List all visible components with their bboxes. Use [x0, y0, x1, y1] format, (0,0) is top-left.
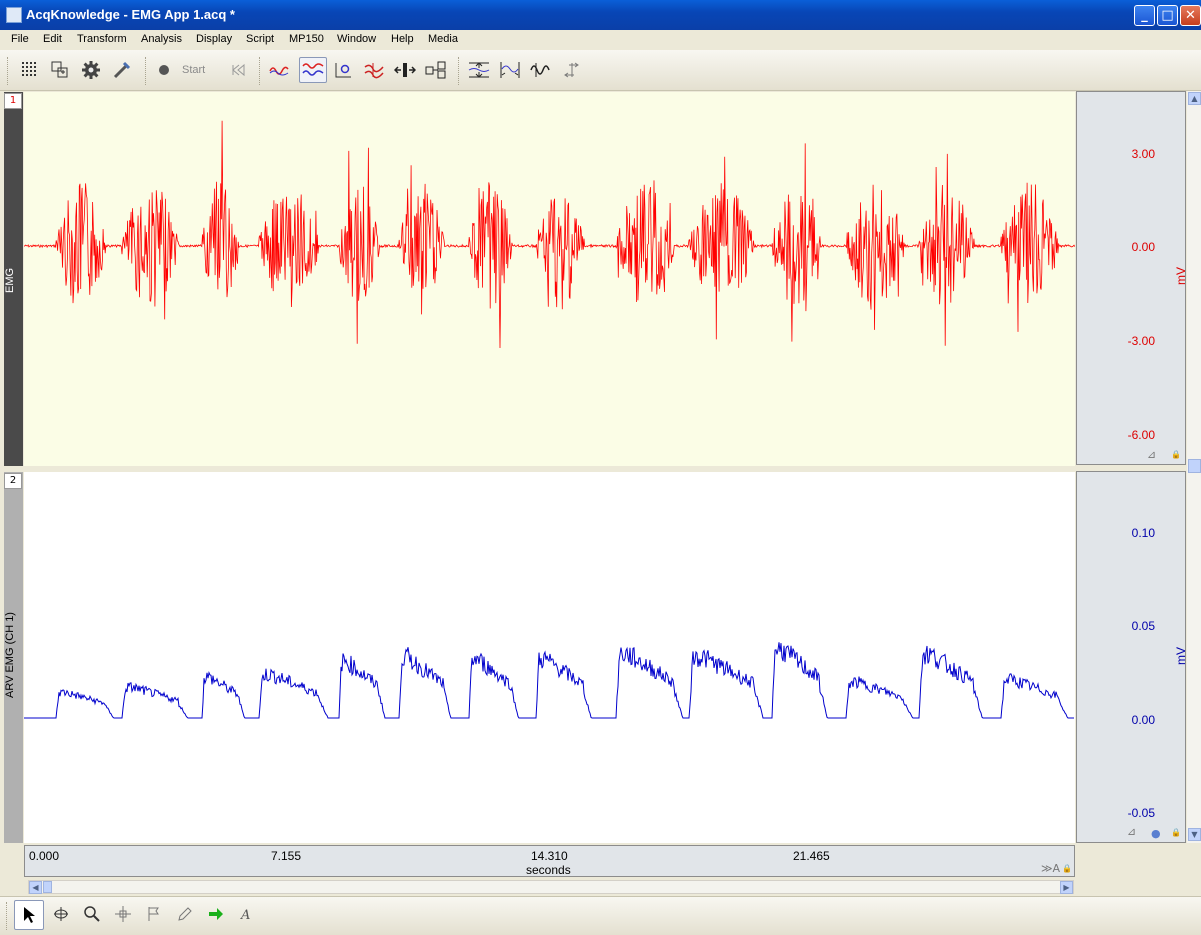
- time-axis-label: seconds: [526, 863, 571, 877]
- channel-1-tick: 3.00: [1131, 147, 1155, 161]
- emg-plot[interactable]: [24, 92, 1075, 466]
- channel-2-tick: 0.05: [1131, 619, 1155, 633]
- time-tick: 7.155: [271, 849, 302, 863]
- channel-1-tick: 0.00: [1131, 240, 1155, 254]
- time-axis[interactable]: 0.000 7.155 14.310 21.465 seconds ≫A 🔒: [24, 845, 1075, 877]
- close-button[interactable]: ✕: [1180, 5, 1201, 26]
- channel-1-tick: -3.00: [1127, 334, 1155, 348]
- toolbar: Start: [0, 50, 1201, 91]
- grid-icon[interactable]: [18, 58, 42, 82]
- menu-file[interactable]: File: [11, 33, 29, 45]
- rewind-icon[interactable]: [226, 58, 250, 82]
- arrow-cursor-icon[interactable]: [14, 900, 44, 930]
- menu-edit[interactable]: Edit: [43, 33, 62, 45]
- window-title: AcqKnowledge - EMG App 1.acq *: [26, 7, 235, 22]
- menu-display[interactable]: Display: [196, 33, 232, 45]
- maximize-button[interactable]: □: [1157, 5, 1178, 26]
- hscroll-thumb[interactable]: [43, 881, 52, 893]
- annotation-icon[interactable]: A: [235, 902, 259, 926]
- channel-1-number[interactable]: 1: [4, 93, 22, 109]
- scroll-down-icon[interactable]: ▼: [1188, 828, 1201, 841]
- stack-mode-icon[interactable]: [299, 57, 327, 83]
- svg-text:A: A: [240, 908, 250, 923]
- menu-help[interactable]: Help: [391, 33, 414, 45]
- channel-2-tick: 0.00: [1131, 713, 1155, 727]
- scroll-left-icon[interactable]: ◀: [29, 881, 42, 894]
- show-waveforms-icon[interactable]: [529, 58, 553, 82]
- fft-mode-icon[interactable]: [362, 58, 386, 82]
- zoom-icon[interactable]: [80, 902, 104, 926]
- overlap-mode-icon[interactable]: [268, 58, 292, 82]
- menu-script[interactable]: Script: [246, 33, 274, 45]
- autoscale-vertical-icon[interactable]: [467, 58, 491, 82]
- toolbar-grip: [6, 902, 9, 930]
- xy-mode-icon[interactable]: [331, 58, 355, 82]
- maximize-icon: □: [1161, 8, 1174, 23]
- arv-emg-plot[interactable]: [24, 472, 1075, 843]
- title-bar: AcqKnowledge - EMG App 1.acq * _ □ ✕: [0, 0, 1201, 30]
- info-icon[interactable]: ●: [1151, 827, 1161, 840]
- toolbar-separator-3: [458, 57, 461, 85]
- time-tick: 14.310: [531, 849, 568, 863]
- menu-mp150[interactable]: MP150: [289, 33, 324, 45]
- channel-2-tick: -0.05: [1127, 806, 1155, 820]
- vertical-scrollbar[interactable]: ▲ ▼: [1187, 91, 1201, 843]
- toolbar-separator: [145, 57, 148, 85]
- menu-analysis[interactable]: Analysis: [141, 33, 182, 45]
- channel-setup-icon[interactable]: [48, 58, 72, 82]
- layout-icon[interactable]: [424, 58, 448, 82]
- scale-settings-icon[interactable]: ⊿: [1147, 448, 1156, 461]
- selection-cursor-icon[interactable]: [49, 902, 73, 926]
- tools-icon[interactable]: [110, 58, 134, 82]
- channel-2-scale[interactable]: 0.10 0.05 0.00 -0.05 mV ⊿ ● 🔒: [1076, 471, 1188, 843]
- scroll-up-icon[interactable]: ▲: [1188, 92, 1201, 105]
- axis-autoscale-icon[interactable]: ≫A: [1041, 862, 1060, 875]
- record-icon[interactable]: [152, 58, 176, 82]
- channel-1-tick: -6.00: [1127, 428, 1155, 442]
- menu-window[interactable]: Window: [337, 33, 376, 45]
- emg-plot-background: [24, 92, 1075, 466]
- menu-bar: File Edit Transform Analysis Display Scr…: [0, 30, 1201, 50]
- scroll-right-icon[interactable]: ▶: [1060, 881, 1073, 894]
- time-tick: 0.000: [29, 849, 60, 863]
- channel-2-label: ARV EMG (CH 1): [4, 612, 16, 698]
- stack-waves-icon[interactable]: [560, 58, 584, 82]
- time-tick: 21.465: [793, 849, 830, 863]
- lock-icon[interactable]: 🔒: [1062, 864, 1072, 873]
- horizontal-scrollbar[interactable]: ◀ ▶: [28, 880, 1074, 894]
- scale-settings-icon[interactable]: ⊿: [1127, 825, 1136, 838]
- forward-arrow-icon[interactable]: [204, 902, 228, 926]
- lock-icon[interactable]: 🔒: [1171, 828, 1181, 837]
- gear-icon[interactable]: [79, 58, 103, 82]
- crosshair-icon[interactable]: [111, 902, 135, 926]
- channel-2-unit: mV: [1174, 647, 1188, 665]
- split-icon[interactable]: [393, 58, 417, 82]
- flag-icon[interactable]: [142, 902, 166, 926]
- pencil-icon[interactable]: [173, 902, 197, 926]
- autoscale-horizontal-icon[interactable]: [498, 58, 522, 82]
- channel-2-tick: 0.10: [1131, 526, 1155, 540]
- start-label[interactable]: Start: [182, 64, 205, 76]
- cursor-toolbar: A: [0, 896, 1201, 935]
- scroll-thumb[interactable]: [1188, 459, 1201, 473]
- channel-1-unit: mV: [1174, 267, 1188, 285]
- channel-2-number[interactable]: 2: [4, 473, 22, 489]
- toolbar-separator-2: [259, 57, 262, 85]
- toolbar-grip: [7, 57, 10, 85]
- menu-media[interactable]: Media: [428, 33, 458, 45]
- lock-icon[interactable]: 🔒: [1171, 450, 1181, 459]
- minimize-button[interactable]: _: [1134, 5, 1155, 26]
- channel-1-label: EMG: [4, 267, 16, 293]
- channel-1-scale[interactable]: 3.00 0.00 -3.00 -6.00 mV ⊿ 🔒: [1076, 91, 1188, 465]
- app-icon: [6, 7, 22, 23]
- menu-transform[interactable]: Transform: [77, 33, 127, 45]
- minimize-icon: _: [1141, 8, 1148, 23]
- close-icon: ✕: [1185, 8, 1196, 23]
